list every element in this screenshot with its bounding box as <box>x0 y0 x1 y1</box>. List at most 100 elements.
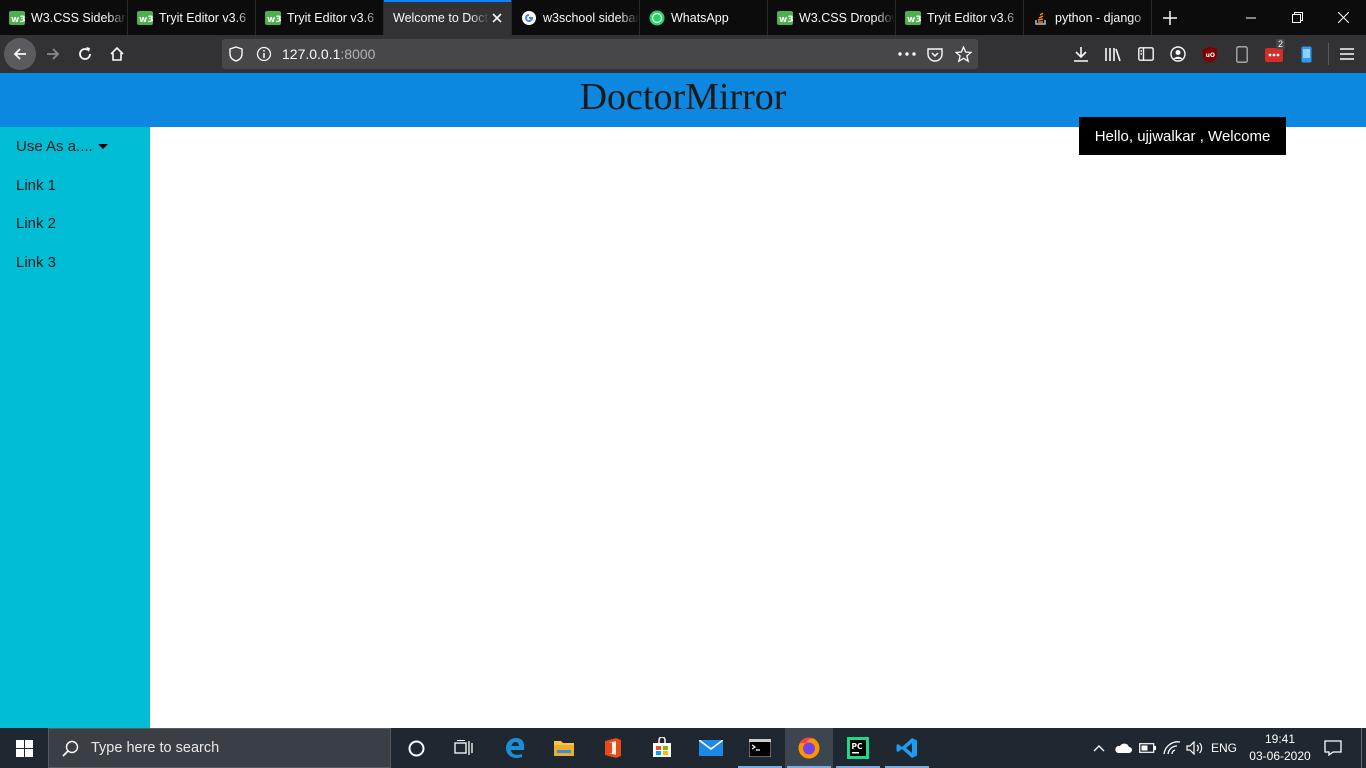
lastpass-icon[interactable]: 2 <box>1264 39 1286 65</box>
taskbar-app-file-explorer[interactable] <box>540 728 588 768</box>
taskbar-app-mail[interactable] <box>687 728 735 768</box>
taskbar-app-firefox[interactable] <box>785 728 833 768</box>
search-icon <box>61 739 79 757</box>
account-icon[interactable] <box>1169 45 1187 63</box>
home-icon <box>110 46 124 61</box>
page-actions-icon[interactable] <box>898 46 916 62</box>
new-tab-button[interactable] <box>1152 0 1188 35</box>
svg-text:w3: w3 <box>11 15 25 25</box>
input-language[interactable]: ENG <box>1210 728 1238 768</box>
downloads-icon[interactable] <box>1072 45 1090 63</box>
sidebar-link-2[interactable]: Link 2 <box>16 215 56 232</box>
sidebar-link-3[interactable]: Link 3 <box>16 254 56 271</box>
show-hidden-icons-button[interactable] <box>1090 728 1108 768</box>
taskbar-app-pycharm[interactable]: PC <box>834 728 882 768</box>
back-button[interactable] <box>4 38 36 70</box>
clock-date: 03-06-2020 <box>1249 749 1311 763</box>
w3schools-icon: w3 <box>265 10 281 26</box>
notification-icon <box>1324 740 1342 756</box>
w3schools-icon: w3 <box>9 10 25 26</box>
svg-text:w3: w3 <box>267 15 281 25</box>
system-clock[interactable]: 19:41 03-06-2020 <box>1240 731 1320 765</box>
cortana-button[interactable] <box>396 728 436 768</box>
tab-w3school-sidebar[interactable]: w3school sidebar <box>512 0 640 35</box>
stackoverflow-icon <box>1033 10 1049 26</box>
svg-text:w3: w3 <box>139 15 153 25</box>
cortana-icon <box>408 740 424 756</box>
forward-arrow-icon <box>47 48 60 60</box>
ublock-origin-icon[interactable]: uO <box>1201 45 1219 63</box>
tab-welcome-doctor[interactable]: Welcome to Doctor <box>384 0 512 35</box>
close-window-button[interactable] <box>1320 0 1366 35</box>
tab-python-django[interactable]: python - django <box>1024 0 1152 35</box>
mail-icon <box>699 740 723 756</box>
tab-w3css-dropdown[interactable]: w3 W3.CSS Dropdown <box>768 0 896 35</box>
home-button[interactable] <box>101 38 133 70</box>
google-icon <box>521 10 537 26</box>
taskbar-app-office[interactable] <box>589 728 637 768</box>
url-bar[interactable]: 127.0.0.1:8000 <box>222 39 978 69</box>
library-icon[interactable] <box>1104 45 1122 63</box>
show-desktop-button[interactable] <box>1361 728 1366 768</box>
navigation-toolbar: 127.0.0.1:8000 uO 2 <box>0 35 1366 73</box>
minimize-button[interactable] <box>1228 0 1274 35</box>
close-tab-icon[interactable] <box>489 10 505 26</box>
taskbar-app-vscode[interactable] <box>883 728 931 768</box>
w3schools-icon: w3 <box>905 10 921 26</box>
reload-icon <box>79 47 91 60</box>
site-info-icon[interactable] <box>256 46 272 62</box>
w3schools-icon: w3 <box>137 10 153 26</box>
tab-tryit-editor-1[interactable]: w3 Tryit Editor v3.6 <box>128 0 256 35</box>
svg-text:w3: w3 <box>779 15 793 25</box>
welcome-message: Hello, ujjwalkar , Welcome <box>1079 117 1286 155</box>
windows-logo-icon <box>15 739 33 757</box>
onedrive-icon[interactable] <box>1113 728 1133 768</box>
site-title: DoctorMirror <box>579 76 787 118</box>
mobile-view-icon[interactable] <box>1233 45 1251 63</box>
phone-extension-icon[interactable] <box>1297 45 1315 63</box>
url-host: 127.0.0.1 <box>282 46 341 62</box>
taskbar-search-box[interactable]: Type here to search <box>48 728 391 768</box>
tab-strip: w3 W3.CSS Sidebar w3 Tryit Editor v3.6 w… <box>0 0 1366 35</box>
plus-icon <box>1163 10 1177 25</box>
store-icon <box>653 737 671 757</box>
tab-tryit-editor-2[interactable]: w3 Tryit Editor v3.6 <box>256 0 384 35</box>
pocket-icon[interactable] <box>926 46 944 62</box>
reload-button[interactable] <box>69 38 101 70</box>
use-as-dropdown[interactable]: Use As a.... <box>16 138 108 155</box>
tab-title: Tryit Editor v3.6 <box>927 10 1015 25</box>
tab-title: WhatsApp <box>671 10 729 25</box>
sidebar-toggle-icon[interactable] <box>1137 45 1155 63</box>
tab-w3css-sidebar[interactable]: w3 W3.CSS Sidebar <box>0 0 128 35</box>
edge-icon <box>506 738 525 758</box>
w3schools-icon: w3 <box>777 10 793 26</box>
sidebar-link-1[interactable]: Link 1 <box>16 177 56 194</box>
svg-text:uO: uO <box>1206 52 1215 59</box>
hamburger-menu-icon[interactable] <box>1338 45 1356 63</box>
task-view-button[interactable] <box>442 728 486 768</box>
url-text[interactable]: 127.0.0.1:8000 <box>282 46 375 62</box>
start-button[interactable] <box>0 728 48 768</box>
battery-icon[interactable] <box>1138 728 1158 768</box>
taskbar-app-edge[interactable] <box>491 728 539 768</box>
taskbar-app-terminal[interactable] <box>736 728 784 768</box>
windows-taskbar: Type here to search PC ENG 19:41 03-06-2… <box>0 728 1366 768</box>
action-center-button[interactable] <box>1320 728 1346 768</box>
svg-text:PC: PC <box>852 742 863 751</box>
tab-title: w3school sidebar <box>543 10 639 25</box>
dropdown-label: Use As a.... <box>16 138 93 155</box>
forward-button[interactable] <box>37 38 69 70</box>
office-icon <box>605 738 621 758</box>
pycharm-icon: PC <box>847 737 869 759</box>
url-port: :8000 <box>340 46 376 62</box>
tab-title: Welcome to Doctor <box>393 10 489 25</box>
volume-icon[interactable] <box>1185 728 1205 768</box>
tab-whatsapp[interactable]: WhatsApp <box>640 0 768 35</box>
restore-button[interactable] <box>1274 0 1320 35</box>
taskbar-app-store[interactable] <box>638 728 686 768</box>
wifi-icon[interactable] <box>1162 728 1182 768</box>
search-placeholder: Type here to search <box>91 740 220 756</box>
tracking-shield-icon[interactable] <box>228 46 244 62</box>
bookmark-star-icon[interactable] <box>954 45 972 63</box>
tab-tryit-editor-3[interactable]: w3 Tryit Editor v3.6 <box>896 0 1024 35</box>
